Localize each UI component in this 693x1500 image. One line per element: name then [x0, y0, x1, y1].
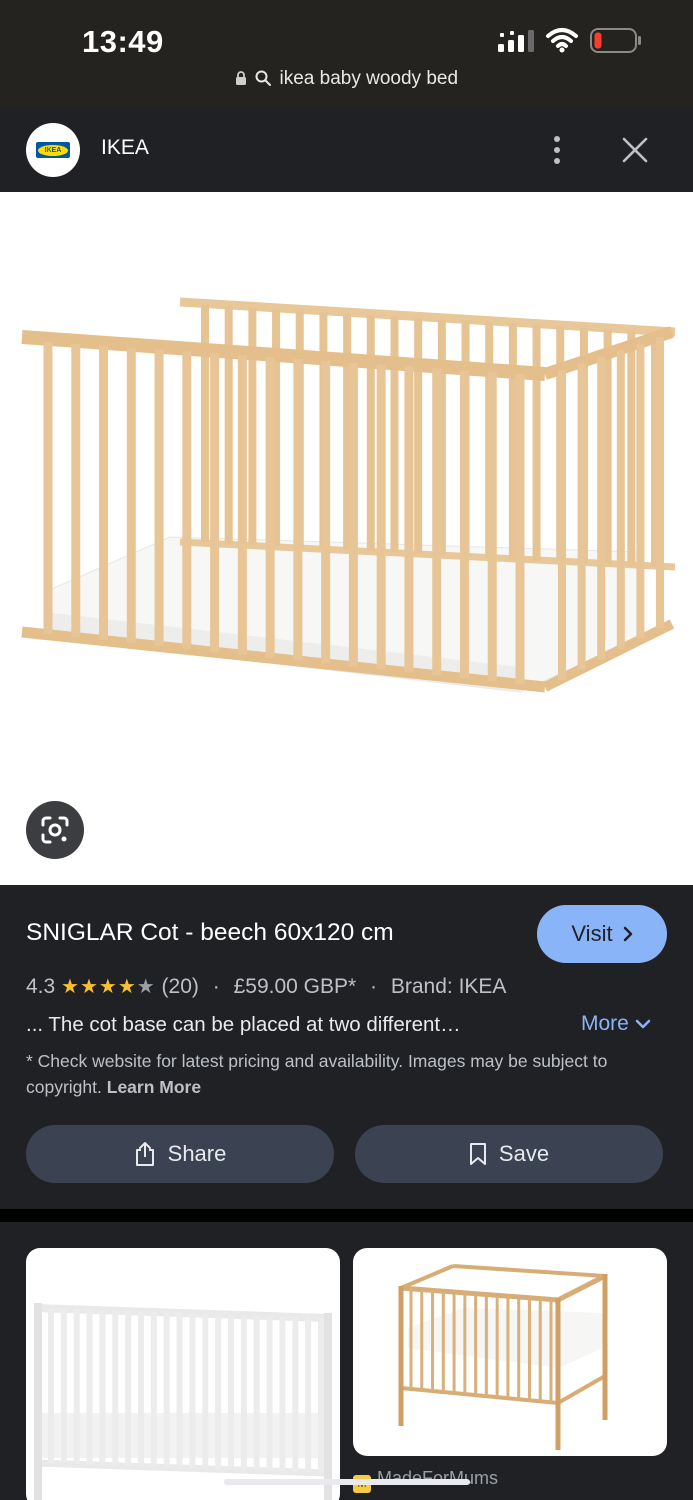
search-icon	[255, 70, 272, 86]
related-image-card[interactable]	[26, 1248, 340, 1500]
product-info-panel: SNIGLAR Cot - beech 60x120 cm Visit 4.3 …	[0, 885, 693, 1210]
review-count: (20)	[161, 975, 199, 998]
product-meta: 4.3 ★★★★★ (20) · £59.00 GBP* · Brand: IK…	[26, 974, 506, 999]
share-label: Share	[167, 1141, 227, 1166]
more-label: More	[581, 1012, 629, 1035]
save-button[interactable]: Save	[355, 1125, 663, 1183]
clock: 13:49	[82, 24, 164, 59]
lens-icon	[41, 816, 69, 844]
share-button[interactable]: Share	[26, 1125, 334, 1183]
ikea-logo-text: IKEA	[38, 144, 68, 156]
learn-more-link[interactable]: Learn More	[107, 1077, 201, 1097]
signal-icon	[498, 30, 534, 52]
more-options-icon[interactable]	[546, 134, 568, 166]
rating-stars: ★★★★★	[61, 976, 156, 998]
description-snippet: ... The cot base can be placed at two di…	[26, 1013, 461, 1036]
price: £59.00 GBP*	[233, 975, 357, 998]
home-indicator	[224, 1479, 470, 1485]
lock-icon	[235, 71, 246, 85]
related-source-name: MadeForMums	[377, 1468, 499, 1488]
wifi-icon	[546, 28, 578, 53]
status-bar: 13:49 ikea baby woody bed	[0, 0, 693, 108]
visit-button[interactable]: Visit	[537, 905, 667, 963]
beech-cot-image	[398, 1264, 608, 1450]
related-image-card[interactable]	[353, 1248, 667, 1456]
save-label: Save	[498, 1141, 550, 1166]
lens-search-button[interactable]	[26, 801, 84, 859]
ikea-logo-mark: IKEA	[36, 142, 70, 158]
close-icon[interactable]	[620, 134, 650, 166]
battery-low-icon	[590, 28, 641, 53]
ikea-logo[interactable]: IKEA	[26, 123, 80, 177]
more-button[interactable]: More	[581, 1012, 651, 1036]
white-cot-image	[34, 1303, 332, 1500]
source-name[interactable]: IKEA	[101, 136, 149, 160]
url-text: ikea baby woody bed	[279, 68, 459, 89]
section-divider	[0, 1209, 693, 1222]
rating-value: 4.3	[26, 975, 56, 998]
visit-label: Visit	[571, 921, 613, 946]
product-image[interactable]	[0, 192, 693, 885]
disclaimer: * Check website for latest pricing and a…	[26, 1048, 666, 1100]
separator: ·	[212, 975, 220, 998]
brand: Brand: IKEA	[390, 975, 507, 998]
product-title[interactable]: SNIGLAR Cot - beech 60x120 cm	[26, 919, 394, 947]
cot-illustration	[13, 297, 678, 777]
address-bar[interactable]: ikea baby woody bed	[0, 68, 693, 90]
source-header: IKEA IKEA	[0, 108, 693, 192]
share-icon	[135, 1142, 154, 1166]
chevron-down-icon	[635, 1019, 650, 1029]
separator: ·	[370, 975, 378, 998]
chevron-right-icon	[623, 926, 632, 942]
bookmark-icon	[469, 1143, 486, 1165]
